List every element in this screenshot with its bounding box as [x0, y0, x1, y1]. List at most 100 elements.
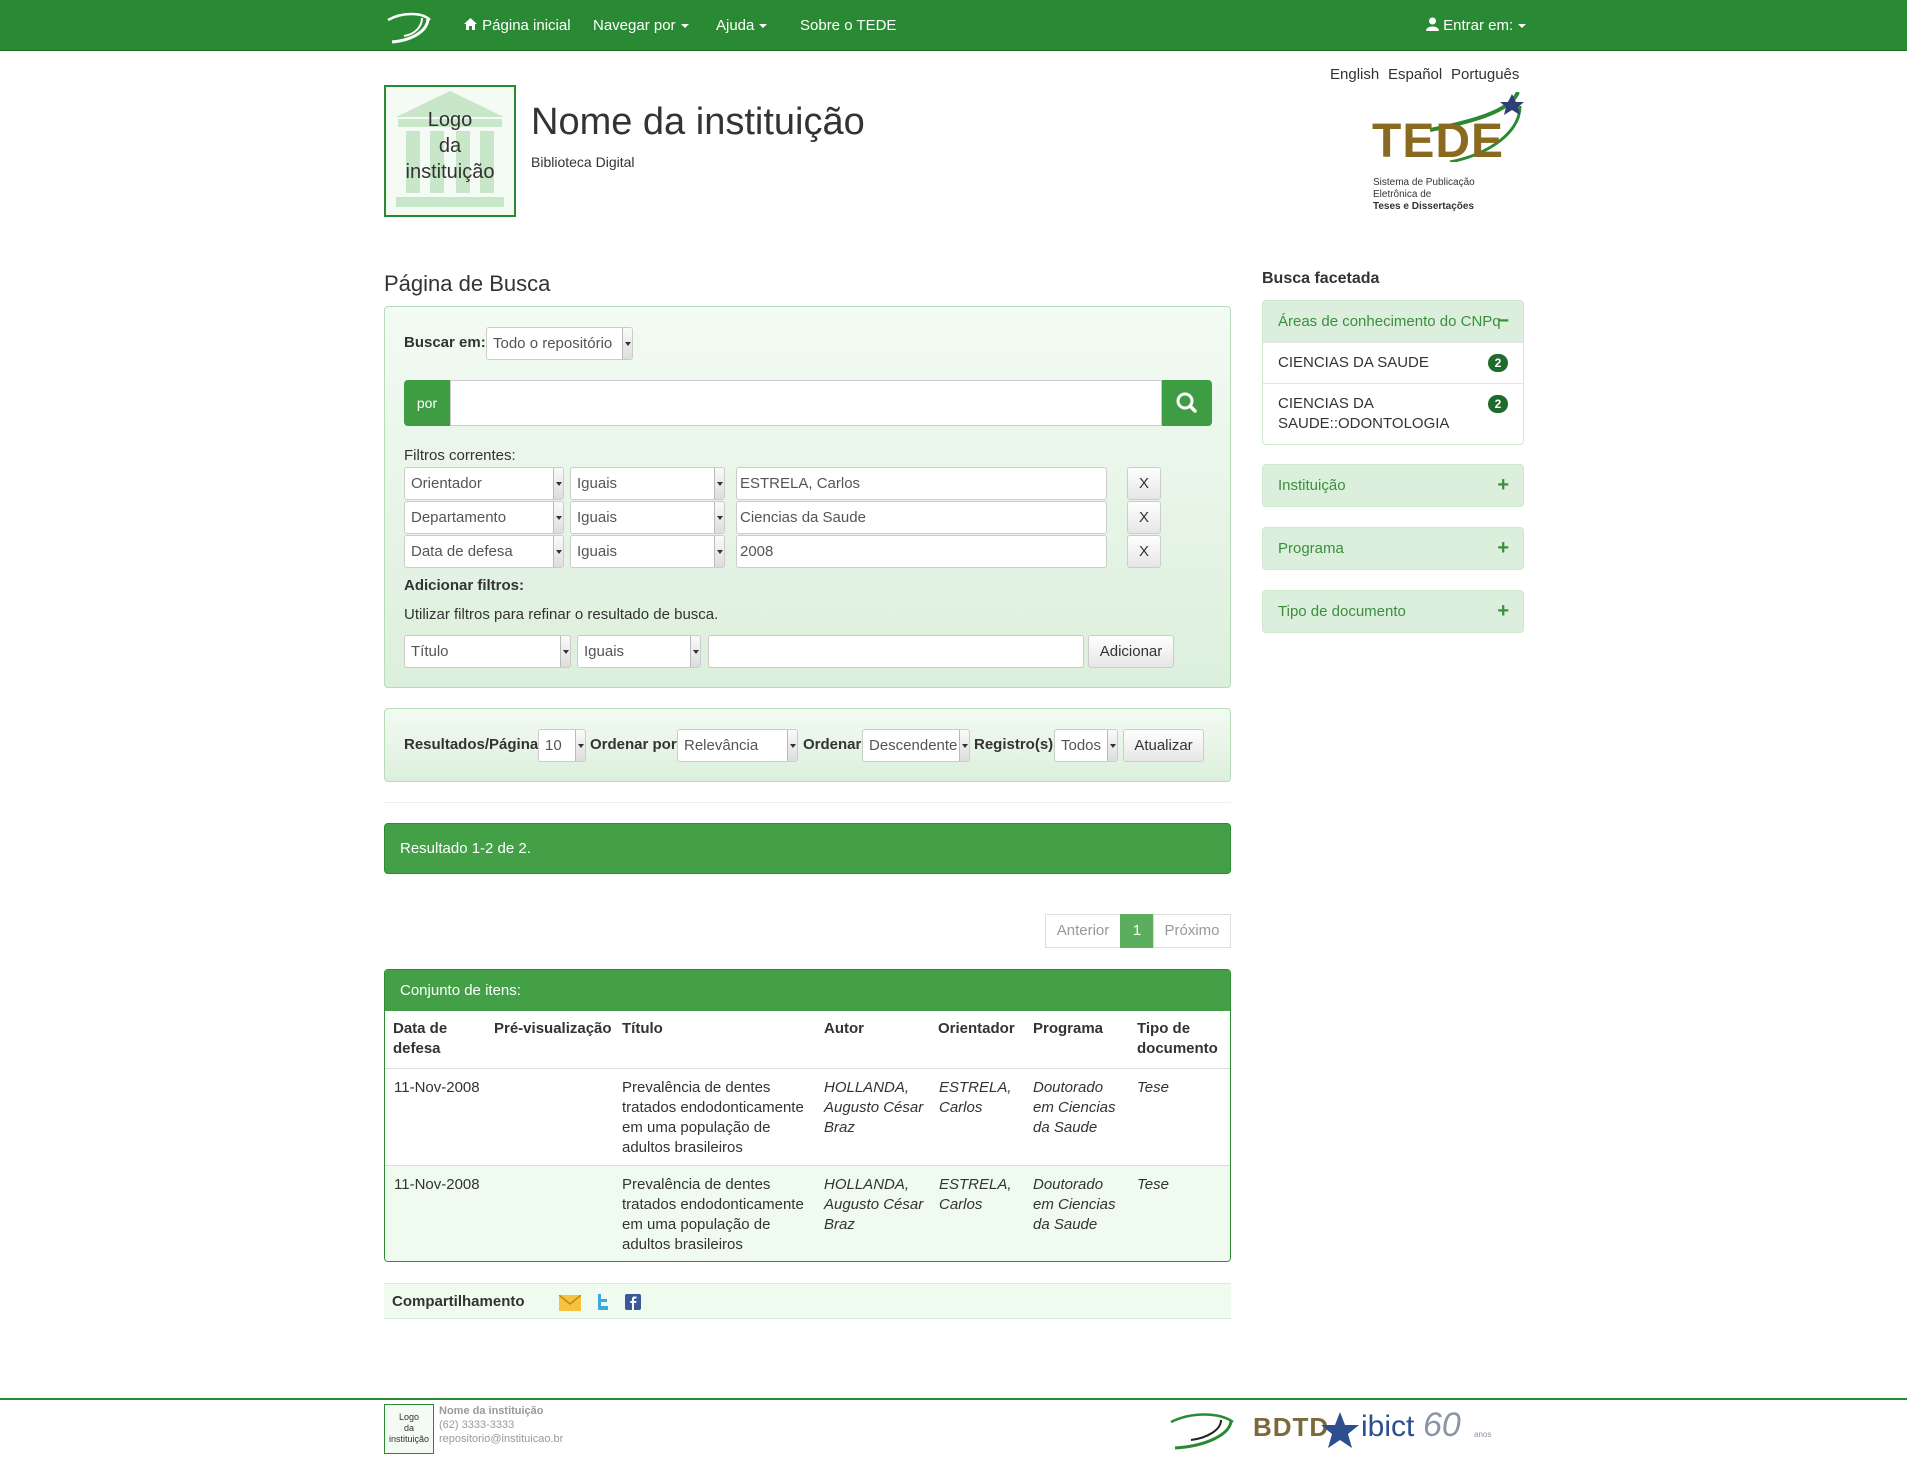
col-header-date[interactable]: Data de defesa — [393, 1019, 447, 1059]
new-filter-op-select[interactable]: Iguais — [577, 635, 701, 668]
cell-program: Doutorado em Ciencias da Saude — [1033, 1079, 1116, 1136]
col-header-title[interactable]: Título — [622, 1019, 663, 1039]
expand-plus-icon: + — [1497, 600, 1509, 622]
nav-browse-dropdown[interactable]: Navegar por — [593, 0, 689, 51]
records-value: Todos — [1061, 737, 1102, 754]
nav-home-link[interactable]: Página inicial — [463, 0, 571, 51]
tede-swoosh-logo[interactable] — [384, 6, 434, 46]
filter-op-select[interactable]: Iguais — [570, 535, 725, 568]
add-filters-help: Utilizar filtros para refinar o resultad… — [404, 606, 719, 623]
rpp-select[interactable]: 10 — [538, 729, 586, 762]
sort-by-select[interactable]: Relevância — [677, 729, 798, 762]
filter-value-input[interactable]: Ciencias da Saude — [736, 501, 1107, 534]
facet-header-label: Programa — [1278, 540, 1344, 557]
facet-header-programa[interactable]: Programa + — [1263, 528, 1523, 569]
search-query-input[interactable] — [450, 380, 1162, 426]
nav-login-label: Entrar em: — [1443, 17, 1514, 34]
institution-logo[interactable]: Logo da instituição — [384, 85, 516, 217]
nav-login-dropdown[interactable]: Entrar em: — [1426, 0, 1527, 51]
records-select[interactable]: Todos — [1054, 729, 1118, 762]
cell-doc-type: Tese — [1137, 1176, 1169, 1193]
nav-about-label: Sobre o TEDE — [800, 17, 897, 34]
rpp-label: Resultados/Página — [404, 736, 539, 753]
remove-filter-button[interactable]: X — [1127, 501, 1161, 534]
filter-field-select[interactable]: Orientador — [404, 467, 564, 500]
search-panel: Buscar em: Todo o repositório por Filtro… — [384, 306, 1231, 688]
tede-logo[interactable]: TEDE Sistema de Publicação Eletrônica de… — [1370, 92, 1525, 216]
facet-header-instituicao[interactable]: Instituição + — [1263, 465, 1523, 506]
footer-institution-name: Nome da instituição — [439, 1405, 544, 1417]
col-header-author[interactable]: Autor — [824, 1019, 864, 1039]
email-icon[interactable] — [559, 1295, 581, 1311]
col-header-doc-type[interactable]: Tipo de documento — [1137, 1019, 1218, 1059]
footer-logo-text: instituição — [388, 1434, 430, 1444]
filter-field-select[interactable]: Data de defesa — [404, 535, 564, 568]
scope-label: Buscar em: — [404, 334, 486, 351]
footer-email[interactable]: repositorio@instituicao.br — [439, 1432, 563, 1446]
tede-footer-logo[interactable] — [1167, 1408, 1237, 1452]
remove-filter-button[interactable]: X — [1127, 467, 1161, 500]
filter-field-select[interactable]: Departamento — [404, 501, 564, 534]
cell-title-link[interactable]: Prevalência de dentes tratados endodontic… — [622, 1078, 804, 1158]
pagination-next[interactable]: Próximo — [1153, 914, 1231, 948]
cell-author-link[interactable]: HOLLANDA, Augusto César Braz — [824, 1078, 923, 1138]
facet-item[interactable]: CIENCIAS DA SAUDE 2 — [1263, 342, 1523, 383]
nav-about-link[interactable]: Sobre o TEDE — [800, 0, 896, 51]
nav-help-dropdown[interactable]: Ajuda — [716, 0, 768, 51]
new-filter-field-value: Título — [411, 643, 449, 660]
rpp-value: 10 — [545, 737, 562, 754]
divider — [384, 802, 1231, 803]
facet-header-tipo[interactable]: Tipo de documento + — [1263, 591, 1523, 632]
ibict-logo[interactable]: ibict — [1361, 1410, 1414, 1444]
twitter-icon[interactable] — [594, 1293, 610, 1311]
lang-spanish[interactable]: Español — [1388, 66, 1442, 83]
records-label: Registro(s) — [974, 736, 1054, 753]
tede-tagline: Sistema de Publicação — [1373, 177, 1475, 188]
pagination-page-current[interactable]: 1 — [1120, 914, 1154, 948]
facet-item[interactable]: CIENCIAS DA SAUDE::ODONTOLOGIA 2 — [1263, 383, 1523, 444]
scope-select-value: Todo o repositório — [493, 335, 613, 352]
search-icon — [1176, 392, 1197, 413]
items-title: Conjunto de itens: — [385, 970, 1230, 1011]
sort-by-value: Relevância — [684, 737, 759, 754]
facet-header-label: Instituição — [1278, 477, 1346, 494]
cell-title-link[interactable]: Prevalência de dentes tratados endodontic… — [622, 1175, 804, 1255]
remove-filter-button[interactable]: X — [1127, 535, 1161, 568]
bdtd-logo[interactable]: BDTD — [1253, 1412, 1329, 1443]
filter-value-input[interactable]: 2008 — [736, 535, 1107, 568]
cell-advisor-link[interactable]: ESTRELA, Carlos — [939, 1175, 1012, 1215]
user-icon — [1426, 17, 1439, 31]
page-title: Página de Busca — [384, 271, 551, 296]
tede-wordmark: TEDE — [1372, 115, 1505, 168]
facet-item-label: CIENCIAS DA — [1278, 395, 1374, 412]
footer: Logo da instituição Nome da instituição … — [0, 1398, 1907, 1473]
update-button[interactable]: Atualizar — [1123, 729, 1204, 762]
facet-group-cnpq: Áreas de conhecimento do CNPq − CIENCIAS… — [1262, 300, 1524, 445]
logo-text-line: Logo — [427, 109, 473, 131]
new-filter-value-input[interactable] — [708, 635, 1084, 668]
lang-portuguese[interactable]: Português — [1451, 66, 1519, 83]
filter-value-input[interactable]: ESTRELA, Carlos — [736, 467, 1107, 500]
pagination-prev[interactable]: Anterior — [1045, 914, 1121, 948]
facet-header-cnpq[interactable]: Áreas de conhecimento do CNPq − — [1263, 301, 1523, 342]
col-header-program[interactable]: Programa — [1033, 1019, 1103, 1039]
expand-plus-icon: + — [1497, 537, 1509, 559]
cell-author-link[interactable]: HOLLANDA, Augusto César Braz — [824, 1175, 923, 1235]
cell-advisor-link[interactable]: ESTRELA, Carlos — [939, 1078, 1012, 1118]
tede-tagline: Eletrônica de — [1373, 189, 1432, 200]
lang-english[interactable]: English — [1330, 66, 1379, 83]
institution-name: Nome da instituição — [531, 101, 865, 143]
search-button[interactable] — [1162, 380, 1212, 426]
order-select[interactable]: Descendente — [862, 729, 970, 762]
cell-date: 11-Nov-2008 — [394, 1176, 480, 1193]
scope-select[interactable]: Todo o repositório — [486, 327, 633, 360]
filter-op-select[interactable]: Iguais — [570, 501, 725, 534]
filter-op-value: Iguais — [577, 543, 618, 560]
items-panel: Conjunto de itens: Data de defesa Pré-vis… — [384, 969, 1231, 1262]
add-filter-button[interactable]: Adicionar — [1088, 635, 1174, 668]
footer-institution-logo[interactable]: Logo da instituição — [384, 1404, 434, 1454]
new-filter-field-select[interactable]: Título — [404, 635, 571, 668]
filter-op-select[interactable]: Iguais — [570, 467, 725, 500]
col-header-advisor[interactable]: Orientador — [938, 1019, 1015, 1039]
facebook-icon[interactable] — [625, 1294, 641, 1310]
